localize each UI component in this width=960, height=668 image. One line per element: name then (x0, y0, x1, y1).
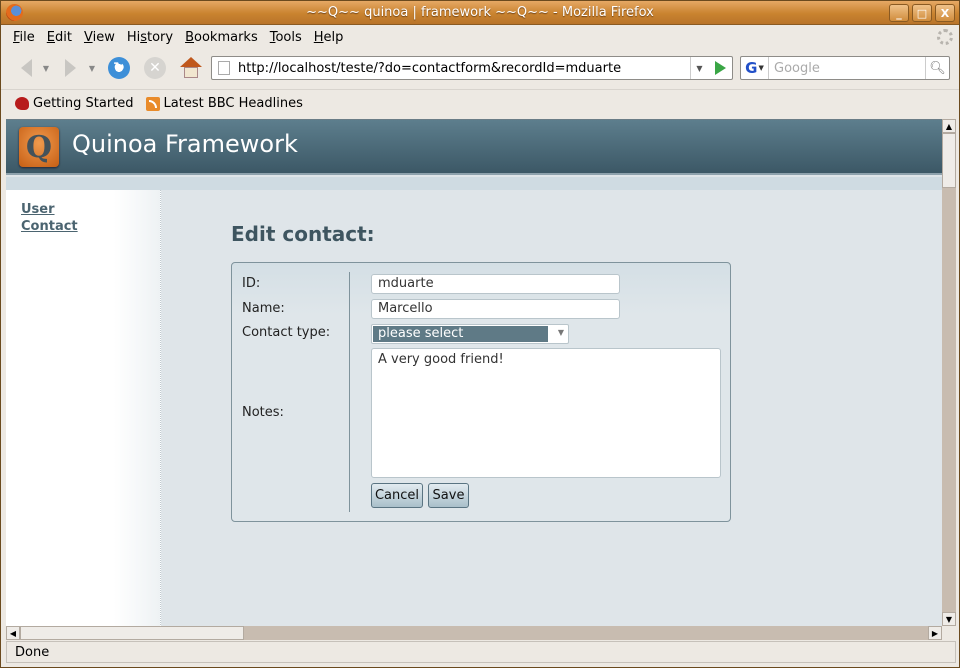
scroll-down-icon[interactable]: ▼ (942, 612, 956, 626)
stop-button[interactable]: ✕ (142, 55, 168, 81)
notes-textarea[interactable]: A very good friend! (371, 348, 721, 478)
page-viewport: Q Quinoa Framework User Contact Edit con… (6, 119, 942, 626)
maximize-button[interactable]: □ (912, 4, 932, 22)
sidebar-link-user[interactable]: User (21, 201, 160, 218)
chevron-down-icon: ▼ (557, 328, 564, 337)
search-engine-selector[interactable]: G ▼ (741, 57, 769, 79)
go-button[interactable] (708, 57, 732, 79)
back-button[interactable] (13, 55, 39, 81)
name-label: Name: (242, 301, 285, 316)
id-label: ID: (242, 276, 261, 291)
main-content: Edit contact: ID: mduarte Name: Marcello… (161, 190, 942, 626)
sidebar: User Contact (6, 190, 161, 626)
reload-icon: ↻ (108, 57, 130, 79)
contact-form: ID: mduarte Name: Marcello Contact type:… (231, 262, 731, 522)
scroll-up-icon[interactable]: ▲ (942, 119, 956, 133)
vertical-scroll-thumb[interactable] (942, 133, 956, 188)
form-divider (349, 272, 350, 512)
search-button[interactable]: 🔍︎ (925, 57, 949, 79)
navigation-toolbar: ▼ ▼ ↻ ✕ http://localhost/teste/?do=conta… (1, 51, 959, 87)
stop-icon: ✕ (144, 57, 166, 79)
contact-type-label: Contact type: (242, 325, 331, 340)
throbber-icon (937, 29, 953, 45)
menu-bookmarks[interactable]: Bookmarks (179, 30, 264, 45)
contact-type-selected: please select (373, 326, 548, 342)
page-title: Edit contact: (231, 222, 375, 246)
url-input[interactable]: http://localhost/teste/?do=contactform&r… (238, 61, 690, 76)
search-input[interactable]: Google (769, 61, 925, 76)
back-arrow-icon (20, 59, 32, 77)
go-arrow-icon (714, 61, 726, 75)
title-bar: ~~Q~~ quinoa | framework ~~Q~~ - Mozilla… (1, 1, 959, 25)
url-bar[interactable]: http://localhost/teste/?do=contactform&r… (211, 56, 733, 80)
id-field[interactable]: mduarte (371, 274, 620, 294)
horizontal-scrollbar[interactable]: ◀ ▶ (6, 626, 942, 640)
browser-window: ~~Q~~ quinoa | framework ~~Q~~ - Mozilla… (0, 0, 960, 668)
menu-tools[interactable]: Tools (264, 30, 308, 45)
forward-arrow-icon (64, 59, 76, 77)
site-title: Quinoa Framework (72, 130, 298, 158)
save-button[interactable]: Save (428, 483, 469, 508)
home-icon (180, 57, 202, 79)
reload-button[interactable]: ↻ (106, 55, 132, 81)
back-history-dropdown[interactable]: ▼ (41, 55, 51, 81)
cancel-button[interactable]: Cancel (371, 483, 423, 508)
horizontal-scroll-thumb[interactable] (20, 626, 244, 640)
google-icon: G (745, 59, 758, 77)
forward-button[interactable] (57, 55, 83, 81)
name-field[interactable]: Marcello (371, 299, 620, 319)
menu-history[interactable]: History (121, 30, 179, 45)
window-title: ~~Q~~ quinoa | framework ~~Q~~ - Mozilla… (306, 5, 654, 20)
chevron-down-icon: ▼ (758, 64, 764, 72)
rss-icon (145, 96, 160, 111)
search-bar: G ▼ Google 🔍︎ (740, 56, 950, 80)
bookmark-bbc-headlines[interactable]: Latest BBC Headlines (145, 96, 303, 111)
forward-history-dropdown[interactable]: ▼ (87, 55, 97, 81)
sidebar-link-contact[interactable]: Contact (21, 218, 160, 235)
bookmarks-toolbar: Getting Started Latest BBC Headlines (1, 89, 959, 117)
scroll-left-icon[interactable]: ◀ (6, 626, 20, 640)
contact-type-select[interactable]: please select ▼ (371, 324, 569, 344)
site-header: Q Quinoa Framework (6, 120, 942, 175)
magnifier-icon: 🔍︎ (929, 60, 946, 76)
menu-view[interactable]: View (78, 30, 121, 45)
url-history-dropdown[interactable]: ▼ (690, 57, 708, 79)
header-subbar (6, 177, 942, 190)
menu-file[interactable]: File (7, 30, 41, 45)
minimize-button[interactable]: _ (889, 4, 909, 22)
page-icon (218, 61, 230, 75)
menu-edit[interactable]: Edit (41, 30, 78, 45)
quinoa-logo-icon: Q (19, 127, 59, 167)
status-text: Done (15, 644, 50, 660)
close-button[interactable]: X (935, 4, 955, 22)
menu-help[interactable]: Help (308, 30, 350, 45)
status-bar: Done (6, 641, 956, 663)
bookmark-getting-started[interactable]: Getting Started (15, 96, 134, 111)
vertical-scrollbar[interactable]: ▲ ▼ (942, 119, 956, 626)
home-button[interactable] (178, 55, 204, 81)
scroll-right-icon[interactable]: ▶ (928, 626, 942, 640)
menu-bar: File Edit View History Bookmarks Tools H… (1, 25, 959, 49)
getting-started-icon (15, 97, 29, 110)
notes-label: Notes: (242, 405, 284, 420)
